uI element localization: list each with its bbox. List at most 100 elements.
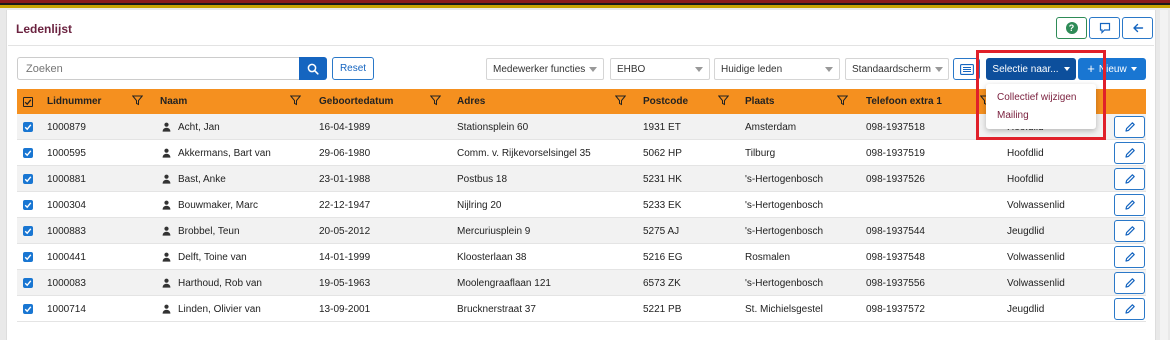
member-name[interactable]: Acht, Jan — [178, 122, 220, 133]
cell-geboortedatum: 29-06-1980 — [319, 147, 371, 159]
huidige-leden-select[interactable]: Huidige leden — [714, 58, 840, 80]
search-button[interactable] — [299, 57, 327, 80]
table-row[interactable]: 1000881 Bast, Anke 23-01-1988 Postbus 18 523… — [17, 166, 1146, 192]
edit-button[interactable] — [1114, 168, 1145, 190]
cell-telefoon: 098-1937556 — [866, 277, 925, 289]
top-stripe — [0, 0, 1170, 8]
row-checkbox[interactable] — [23, 226, 33, 236]
back-button[interactable] — [1122, 17, 1153, 39]
row-checkbox[interactable] — [23, 174, 33, 184]
checkmark-icon — [24, 176, 32, 183]
edit-button[interactable] — [1114, 272, 1145, 294]
search-input[interactable] — [17, 57, 299, 80]
cell-geboortedatum: 20-05-2012 — [319, 225, 371, 237]
row-checkbox[interactable] — [23, 148, 33, 158]
person-icon — [162, 122, 171, 132]
cell-postcode: 5062 HP — [643, 147, 682, 159]
edit-button[interactable] — [1114, 194, 1145, 216]
cell-lidnummer: 1000595 — [47, 147, 86, 159]
table-row[interactable]: 1000714 Linden, Olivier van 13-09-2001 Bruc… — [17, 296, 1146, 322]
reset-button[interactable]: Reset — [332, 57, 374, 80]
cell-naam: Delft, Toine van — [162, 244, 247, 270]
cell-naam: Bast, Anke — [162, 166, 226, 192]
chevron-down-icon — [934, 66, 943, 72]
row-checkbox[interactable] — [23, 122, 33, 132]
cell-adres: Comm. v. Rijkevorselsingel 35 — [457, 147, 591, 159]
member-name[interactable]: Delft, Toine van — [178, 252, 247, 263]
cell-telefoon: 098-1937518 — [866, 121, 925, 133]
select-all-checkbox[interactable] — [23, 96, 33, 107]
cell-postcode: 5216 EG — [643, 251, 683, 263]
person-icon — [162, 278, 171, 288]
row-checkbox[interactable] — [23, 252, 33, 262]
cell-lidtype: Jeugdlid — [1007, 303, 1045, 315]
medewerker-functies-select[interactable]: Medewerker functies — [486, 58, 604, 80]
column-header-geboortedatum[interactable]: Geboortedatum — [319, 89, 393, 114]
cell-adres: Moolengraaflaan 121 — [457, 277, 551, 289]
help-button[interactable]: ? — [1056, 17, 1087, 39]
cell-geboortedatum: 23-01-1988 — [319, 173, 371, 185]
row-checkbox[interactable] — [23, 278, 33, 288]
arrow-left-icon — [1132, 23, 1143, 33]
table-row[interactable]: 1000304 Bouwmaker, Marc 22-12-1947 Nijlring… — [17, 192, 1146, 218]
cell-adres: Mercuriusplein 9 — [457, 225, 531, 237]
cell-plaats: 's-Hertogenbosch — [745, 173, 824, 185]
table-row[interactable]: 1000883 Brobbel, Teun 20-05-2012 Mercuriusp… — [17, 218, 1146, 244]
pencil-icon — [1124, 278, 1135, 288]
row-checkbox[interactable] — [23, 304, 33, 314]
question-icon: ? — [1065, 22, 1078, 34]
member-name[interactable]: Harthoud, Rob van — [178, 278, 262, 289]
comment-icon — [1099, 22, 1110, 34]
filter-icon[interactable] — [132, 95, 143, 106]
person-icon — [162, 200, 171, 210]
cell-geboortedatum: 22-12-1947 — [319, 199, 371, 211]
cell-postcode: 6573 ZK — [643, 277, 681, 289]
edit-button[interactable] — [1114, 298, 1145, 320]
edit-button[interactable] — [1114, 142, 1145, 164]
column-header-plaats[interactable]: Plaats — [745, 89, 774, 114]
cell-lidtype: Volwassenlid — [1007, 199, 1065, 211]
select-value: Medewerker functies — [493, 63, 586, 75]
filter-icon[interactable] — [430, 95, 441, 106]
member-name[interactable]: Akkermans, Bart van — [178, 148, 271, 159]
edit-button[interactable] — [1114, 220, 1145, 242]
cell-postcode: 5233 EK — [643, 199, 682, 211]
cell-adres: Brucknerstraat 37 — [457, 303, 536, 315]
pencil-icon — [1124, 148, 1135, 158]
checkmark-icon — [24, 150, 32, 157]
menu-item-collectief-wijzigen[interactable]: Collectief wijzigen — [997, 92, 1076, 103]
ehbo-select[interactable]: EHBO — [610, 58, 710, 80]
column-header-naam[interactable]: Naam — [160, 89, 187, 114]
filter-icon[interactable] — [718, 95, 729, 106]
scherm-select[interactable]: Standaardscherm — [845, 58, 949, 80]
member-name[interactable]: Brobbel, Teun — [178, 226, 240, 237]
filter-icon[interactable] — [837, 95, 848, 106]
cell-adres: Stationsplein 60 — [457, 121, 529, 133]
column-header-postcode[interactable]: Postcode — [643, 89, 688, 114]
cell-lidnummer: 1000083 — [47, 277, 86, 289]
column-header-telefoon[interactable]: Telefoon extra 1 — [866, 89, 942, 114]
cell-geboortedatum: 13-09-2001 — [319, 303, 371, 315]
table-row[interactable]: 1000083 Harthoud, Rob van 19-05-1963 Moolen… — [17, 270, 1146, 296]
select-value: Standaardscherm — [852, 63, 931, 75]
filter-icon[interactable] — [615, 95, 626, 106]
comment-button[interactable] — [1089, 17, 1120, 39]
person-icon — [162, 304, 171, 314]
checkmark-icon — [24, 98, 32, 105]
column-header-lidnummer[interactable]: Lidnummer — [47, 89, 101, 114]
table-row[interactable]: 1000595 Akkermans, Bart van 29-06-1980 Comm… — [17, 140, 1146, 166]
menu-item-mailing[interactable]: Mailing — [997, 110, 1029, 121]
edit-button[interactable] — [1114, 246, 1145, 268]
edit-button[interactable] — [1114, 116, 1145, 138]
select-value: Huidige leden — [721, 63, 783, 75]
pencil-icon — [1124, 200, 1135, 210]
scrollbar[interactable] — [1160, 10, 1168, 340]
column-header-adres[interactable]: Adres — [457, 89, 485, 114]
member-name[interactable]: Bouwmaker, Marc — [178, 200, 258, 211]
checkmark-icon — [24, 254, 32, 261]
table-row[interactable]: 1000441 Delft, Toine van 14-01-1999 Klooste… — [17, 244, 1146, 270]
row-checkbox[interactable] — [23, 200, 33, 210]
member-name[interactable]: Linden, Olivier van — [178, 304, 261, 315]
filter-icon[interactable] — [290, 95, 301, 106]
member-name[interactable]: Bast, Anke — [178, 174, 226, 185]
